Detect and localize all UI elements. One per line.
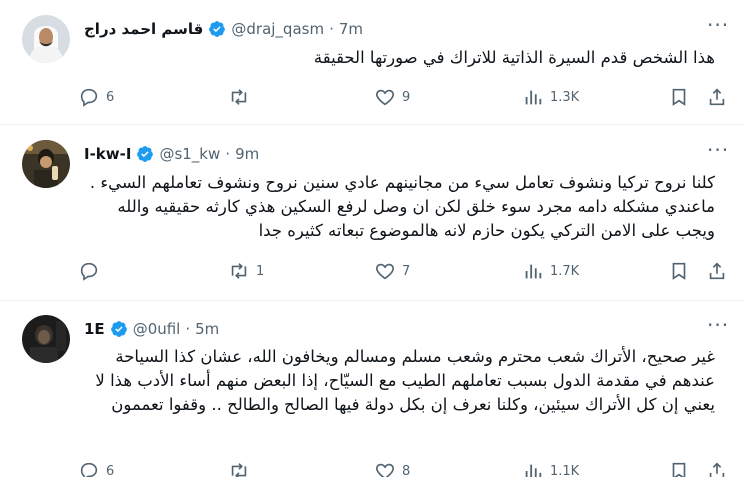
retweet-count: 1	[256, 263, 265, 279]
reply-count: 6	[106, 89, 115, 105]
retweet-icon	[231, 463, 247, 477]
reply-button[interactable]: 6	[78, 459, 114, 477]
tweet-text: غير صحيح، الأتراك شعب محترم وشعب مسلم وم…	[95, 347, 715, 414]
tweet-header: قاسم احمد دراج @draj_qasm · 7m	[84, 18, 685, 40]
reply-icon	[80, 88, 98, 107]
bookmark-icon	[672, 88, 686, 106]
more-icon[interactable]: ···	[707, 315, 728, 340]
avatar[interactable]	[22, 140, 70, 188]
display-name[interactable]: قاسم احمد دراج	[84, 20, 203, 38]
tweet-text: كلنا نروح تركيا ونشوف تعامل سيء من مجاني…	[89, 173, 715, 240]
avatar[interactable]	[22, 15, 70, 63]
like-icon	[376, 89, 394, 106]
like-count: 9	[402, 89, 411, 105]
retweet-icon	[231, 89, 247, 105]
action-bar: 1 7 1.7K	[78, 259, 731, 283]
verified-badge-icon	[110, 321, 127, 337]
bookmark-button[interactable]	[668, 85, 690, 109]
share-icon	[709, 88, 725, 106]
share-button[interactable]	[706, 259, 728, 283]
retweet-button[interactable]	[228, 459, 256, 477]
tweet[interactable]: 1E @0ufil · 5m ··· غير صحيح، الأتراك شعب…	[0, 301, 745, 477]
bookmark-icon	[672, 262, 686, 280]
share-button[interactable]	[706, 85, 728, 109]
reply-count: 6	[106, 463, 115, 477]
retweet-icon	[231, 263, 247, 279]
view-count: 1.3K	[550, 89, 580, 105]
like-count: 7	[402, 263, 411, 279]
retweet-button[interactable]: 1	[228, 259, 264, 283]
handle[interactable]: @draj_qasm	[231, 20, 324, 38]
reply-button[interactable]: 6	[78, 85, 114, 109]
timestamp[interactable]: 7m	[339, 20, 363, 38]
like-count: 8	[402, 463, 411, 477]
share-icon	[709, 462, 725, 477]
like-button[interactable]: 8	[374, 459, 410, 477]
more-icon[interactable]: ···	[707, 140, 728, 165]
separator-dot: ·	[225, 145, 231, 163]
like-icon	[376, 463, 394, 477]
views-button[interactable]: 1.7K	[522, 259, 579, 283]
views-icon	[525, 264, 542, 279]
tweet-header: I-kw-I @s1_kw · 9m	[84, 143, 685, 165]
reply-button[interactable]	[78, 259, 106, 283]
verified-badge-icon	[209, 21, 226, 37]
views-icon	[525, 464, 542, 477]
handle[interactable]: @s1_kw	[159, 145, 220, 163]
action-bar: 6 8 1.1K	[78, 459, 731, 477]
display-name[interactable]: 1E	[84, 320, 105, 338]
bookmark-button[interactable]	[668, 259, 690, 283]
separator-dot: ·	[329, 20, 334, 38]
like-button[interactable]: 7	[374, 259, 410, 283]
view-count: 1.1K	[550, 463, 580, 477]
avatar[interactable]	[22, 315, 70, 363]
reply-icon	[80, 262, 98, 281]
bookmark-icon	[672, 462, 686, 477]
views-icon	[525, 90, 542, 105]
tweet-header: 1E @0ufil · 5m	[84, 318, 685, 340]
timestamp[interactable]: 5m	[195, 320, 219, 338]
tweet[interactable]: I-kw-I @s1_kw · 9m ··· كلنا نروح تركيا و…	[0, 125, 745, 301]
like-button[interactable]: 9	[374, 85, 410, 109]
tweet-text: هذا الشخص قدم السيرة الذاتية للاتراك في …	[313, 48, 715, 67]
timeline-feed: قاسم احمد دراج @draj_qasm · 7m ··· هذا ا…	[0, 0, 745, 477]
views-button[interactable]: 1.1K	[522, 459, 579, 477]
tweet[interactable]: قاسم احمد دراج @draj_qasm · 7m ··· هذا ا…	[0, 0, 745, 125]
views-button[interactable]: 1.3K	[522, 85, 579, 109]
bookmark-button[interactable]	[668, 459, 690, 477]
timestamp[interactable]: 9m	[235, 145, 259, 163]
verified-badge-icon	[137, 146, 154, 162]
separator-dot: ·	[185, 320, 191, 338]
share-button[interactable]	[706, 459, 728, 477]
retweet-button[interactable]	[228, 85, 256, 109]
handle[interactable]: @0ufil	[133, 320, 181, 338]
more-icon[interactable]: ···	[707, 15, 728, 40]
reply-icon	[80, 462, 98, 477]
share-icon	[709, 262, 725, 280]
display-name[interactable]: I-kw-I	[84, 145, 131, 163]
action-bar: 6 9 1.3K	[78, 85, 731, 109]
like-icon	[376, 263, 394, 280]
view-count: 1.7K	[550, 263, 580, 279]
